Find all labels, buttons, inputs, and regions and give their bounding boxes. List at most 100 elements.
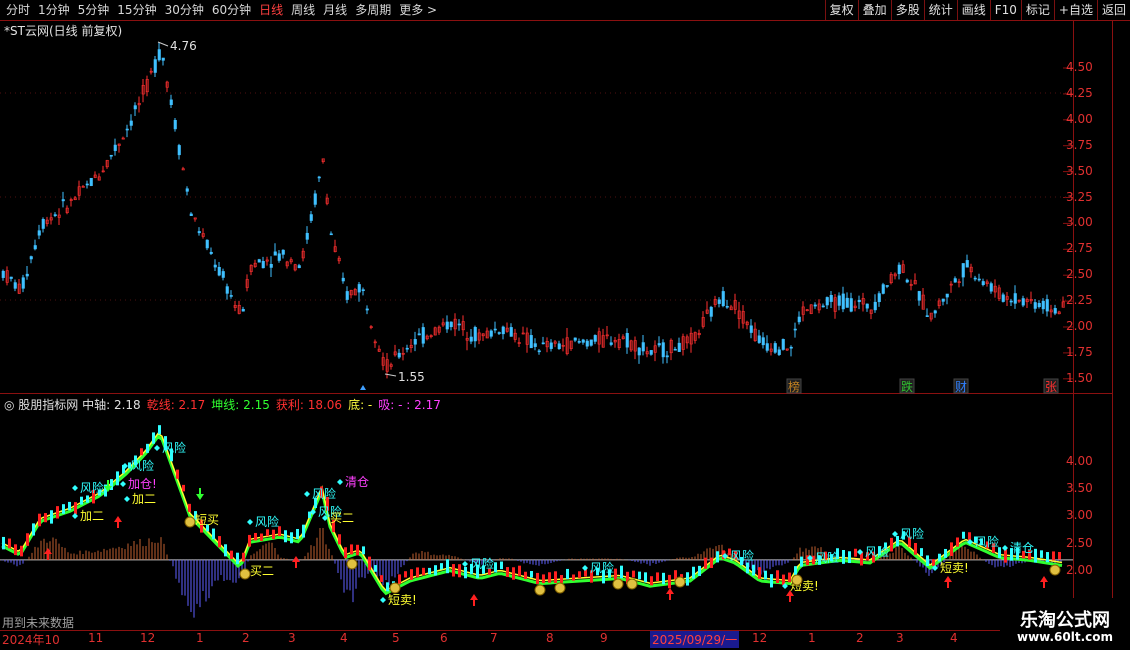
candle-body [445, 321, 449, 330]
candle-body [365, 308, 369, 311]
indicator-candle [74, 502, 77, 515]
indicator-candle [452, 564, 455, 577]
candle-body [585, 340, 589, 347]
indicator-candle [38, 513, 41, 527]
main-panel-title: *ST云网(日线 前复权) [4, 24, 123, 38]
signal-label: 买二 [330, 511, 354, 525]
candle-body [581, 339, 585, 343]
signal-label: 风险 [312, 486, 336, 501]
candle-body [557, 343, 561, 350]
candle-body [673, 348, 677, 351]
indicator-candle [746, 562, 749, 574]
main-y-tick: 4.50 [1066, 60, 1093, 74]
indicator-candle [704, 557, 707, 569]
date-tick: 5 [392, 631, 400, 645]
indicator-candle [416, 567, 419, 578]
candle-body [221, 271, 225, 278]
date-tick: 12 [752, 631, 768, 645]
signal-diamond [72, 513, 78, 519]
candle-body [205, 239, 209, 249]
signal-label: 风险 [130, 458, 154, 473]
main-y-tick: 4.00 [1066, 111, 1093, 126]
indicator-candle [44, 513, 47, 523]
indicator-candle [692, 566, 695, 579]
indicator-candle [1058, 551, 1061, 560]
indicator-candle [932, 559, 935, 566]
indicator-candle [716, 551, 719, 563]
signal-label: 短卖! [388, 593, 417, 607]
main-y-tick: 2.50 [1066, 267, 1093, 282]
indicator-candle [140, 448, 143, 456]
main-y-tick: 4.25 [1066, 85, 1093, 100]
indicator-candle [524, 571, 527, 580]
buy-arrow [470, 594, 478, 606]
candle-body [961, 263, 965, 278]
indicator-candle [242, 552, 245, 562]
buy-arrow [666, 588, 674, 600]
signal-label: 风险 [900, 526, 924, 541]
indicator-candle [386, 582, 389, 592]
main-y-tick: 1.75 [1066, 344, 1093, 359]
indicator-candle [80, 496, 83, 505]
main-y-tick: 2.00 [1066, 319, 1093, 333]
candle-body [825, 297, 829, 306]
candle-body [493, 328, 497, 331]
candle-body [177, 145, 181, 156]
candle-body [797, 316, 801, 323]
indicator-candle [752, 564, 755, 576]
candle-body [33, 245, 37, 250]
candle-body [161, 57, 165, 61]
indicator-candle [956, 537, 959, 547]
candle-body [277, 253, 281, 261]
candle-body [549, 342, 553, 349]
indicator-y-tick: 2.50 [1066, 535, 1093, 550]
signal-label: 风险 [470, 556, 494, 571]
buy-arrow [1040, 576, 1048, 588]
indicator-candle [1034, 548, 1037, 563]
indicator-y-tick: 2.00 [1066, 562, 1093, 577]
signal-diamond [72, 485, 78, 491]
indicator-candle [638, 571, 641, 580]
indicator-candle [566, 568, 569, 580]
candle-body [297, 265, 301, 269]
signal-diamond [120, 481, 126, 487]
indicator-candle [662, 572, 665, 585]
candle-body [361, 289, 365, 291]
candle-body [405, 347, 409, 350]
indicator-candle [218, 536, 221, 548]
date-tick: 4 [340, 631, 348, 645]
indicator-candle [212, 528, 215, 540]
candle-body [749, 325, 753, 333]
indicator-candle [284, 530, 287, 543]
indicator-candle [8, 538, 11, 549]
marker-arrow [360, 385, 366, 390]
indicator-candle [116, 471, 119, 486]
candle-body [1037, 303, 1041, 308]
candle-body [781, 339, 785, 350]
stock-chart[interactable]: 4.761.55榜跌财张风险风险风险加仓!加二加二 短买 风险风险风险买二买二短卖!… [0, 0, 1130, 650]
candle-body [113, 144, 117, 151]
candle-body [229, 295, 233, 297]
indicator-candle [32, 523, 35, 536]
indicator-field-4: 底: - [348, 398, 373, 412]
candle-body [637, 347, 641, 356]
indicator-candle [1052, 551, 1055, 561]
indicator-candle [800, 556, 803, 567]
candle-body [973, 277, 977, 280]
candle-body [185, 188, 189, 192]
indicator-candle [254, 532, 257, 541]
indicator-candle [896, 535, 899, 547]
indicator-candle [428, 567, 431, 575]
indicator-panel-title: ◎ 股朋指标网 中轴: 2.18 乾线: 2.17 坤线: 2.15 获利: 18.0… [4, 396, 447, 413]
indicator-candle [848, 551, 851, 564]
signal-label: 风险 [730, 548, 754, 563]
candle-body [677, 342, 681, 352]
candle-body [537, 350, 541, 353]
indicator-candle [914, 543, 917, 555]
indicator-candle [512, 567, 515, 580]
indicator-candle [644, 572, 647, 583]
candle-body [945, 293, 949, 298]
candle-body [29, 256, 33, 260]
date-tick: 2 [856, 631, 864, 645]
candle-body [85, 183, 89, 186]
